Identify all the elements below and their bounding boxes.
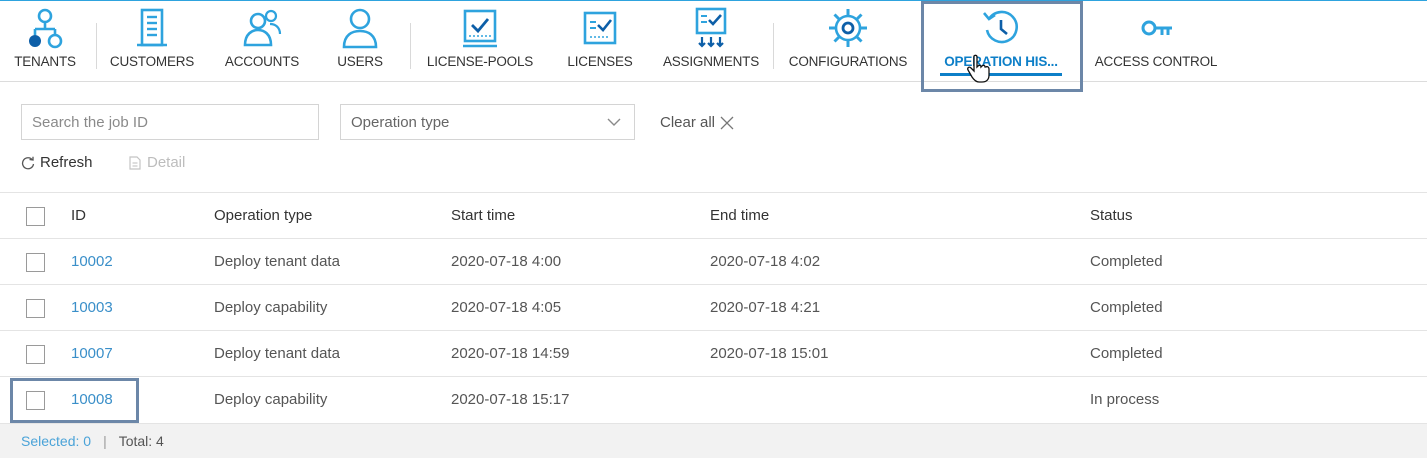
nav-item-assignments[interactable]: ASSIGNMENTS [656,7,766,77]
key-icon [1141,20,1172,36]
table-row[interactable]: 10002 Deploy tenant data 2020-07-18 4:00… [0,238,1427,284]
nav-label: LICENSES [567,54,633,69]
job-id-link[interactable]: 10008 [71,391,113,408]
status-cell: Completed [1090,345,1163,362]
row-checkbox[interactable] [26,299,45,318]
selected-count: Selected: 0 [21,433,92,449]
end-time-cell: 2020-07-18 4:21 [710,299,821,316]
end-time-cell: 2020-07-18 15:01 [710,345,829,362]
close-icon [720,116,734,129]
nav-label: LICENSE-POOLS [426,54,534,69]
nav-divider [410,23,411,69]
nav-label: ACCESS CONTROL [1094,54,1218,69]
license-pool-icon [463,9,497,48]
refresh-button[interactable]: Refresh [21,154,93,171]
column-header-start-time[interactable]: Start time [451,207,515,224]
nav-label: ASSIGNMENTS [662,54,760,69]
nav-item-accounts[interactable]: ACCOUNTS [214,7,310,77]
nav-item-access-control[interactable]: ACCESS CONTROL [1088,7,1224,77]
nav-divider [96,23,97,69]
nav-item-tenants[interactable]: TENANTS [6,7,84,77]
operation-type-placeholder: Operation type [351,113,450,131]
start-time-cell: 2020-07-18 4:05 [451,299,562,316]
job-id-link[interactable]: 10003 [71,299,113,316]
license-icon [583,11,617,45]
column-header-id[interactable]: ID [71,207,86,224]
refresh-icon [21,156,35,169]
operation-type-cell: Deploy tenant data [214,345,340,362]
assignment-icon [695,7,727,48]
operation-type-cell: Deploy tenant data [214,253,340,270]
building-icon [137,8,167,47]
detail-button[interactable]: Detail [128,154,185,171]
clear-all-button[interactable]: Clear all [660,114,734,131]
search-input[interactable] [21,104,319,140]
select-all-checkbox[interactable] [26,207,45,226]
table-row[interactable]: 10008 Deploy capability 2020-07-18 15:17… [0,376,1427,422]
job-id-link[interactable]: 10002 [71,253,113,270]
user-icon [342,8,378,49]
top-navigation: TENANTS CUSTOMERS ACCOUNTS USERS LICENSE… [0,0,1427,82]
column-header-operation-type[interactable]: Operation type [214,207,312,224]
status-cell: In process [1090,391,1160,408]
nav-label: CUSTOMERS [109,54,195,69]
table-row[interactable]: 10007 Deploy tenant data 2020-07-18 14:5… [0,330,1427,376]
operation-history-table: ID Operation type Start time End time St… [0,192,1427,422]
operation-type-cell: Deploy capability [214,299,328,316]
nav-item-licenses[interactable]: LICENSES [556,7,644,77]
gear-icon [829,9,867,47]
start-time-cell: 2020-07-18 4:00 [451,253,562,270]
operation-type-cell: Deploy capability [214,391,328,408]
nav-label: ACCOUNTS [224,54,300,69]
table-footer: Selected: 0 | Total: 4 [0,423,1427,458]
nav-item-users[interactable]: USERS [322,7,398,77]
detail-label: Detail [147,154,186,171]
end-time-cell: 2020-07-18 4:02 [710,253,821,270]
hand-cursor-icon [967,54,990,83]
column-header-status[interactable]: Status [1090,207,1133,224]
start-time-cell: 2020-07-18 14:59 [451,345,570,362]
tenants-icon [29,8,63,49]
nav-label: USERS [337,54,383,69]
footer-separator: | [103,433,107,449]
table-row[interactable]: 10003 Deploy capability 2020-07-18 4:05 … [0,284,1427,330]
start-time-cell: 2020-07-18 15:17 [451,391,570,408]
operation-type-select[interactable]: Operation type [340,104,635,140]
column-header-end-time[interactable]: End time [710,207,769,224]
nav-item-configurations[interactable]: CONFIGURATIONS [782,7,914,77]
nav-label: TENANTS [14,54,76,69]
row-checkbox[interactable] [26,345,45,364]
clear-all-label: Clear all [660,114,716,131]
history-icon [983,10,1018,44]
nav-divider [773,23,774,69]
total-count: Total: 4 [118,433,164,449]
status-cell: Completed [1090,299,1163,316]
users-group-icon [243,9,282,47]
nav-label: CONFIGURATIONS [788,54,908,69]
nav-item-operation-history[interactable]: OPERATION HIS... [926,7,1076,77]
nav-label: OPERATION HIS... [944,54,1058,69]
row-checkbox[interactable] [26,391,45,410]
document-icon [129,155,141,170]
table-header-row: ID Operation type Start time End time St… [0,192,1427,238]
job-id-link[interactable]: 10007 [71,345,113,362]
nav-item-customers[interactable]: CUSTOMERS [104,7,200,77]
chevron-down-icon [607,118,621,126]
nav-item-license-pools[interactable]: LICENSE-POOLS [416,7,544,77]
refresh-label: Refresh [40,154,93,171]
row-checkbox[interactable] [26,253,45,272]
status-cell: Completed [1090,253,1163,270]
